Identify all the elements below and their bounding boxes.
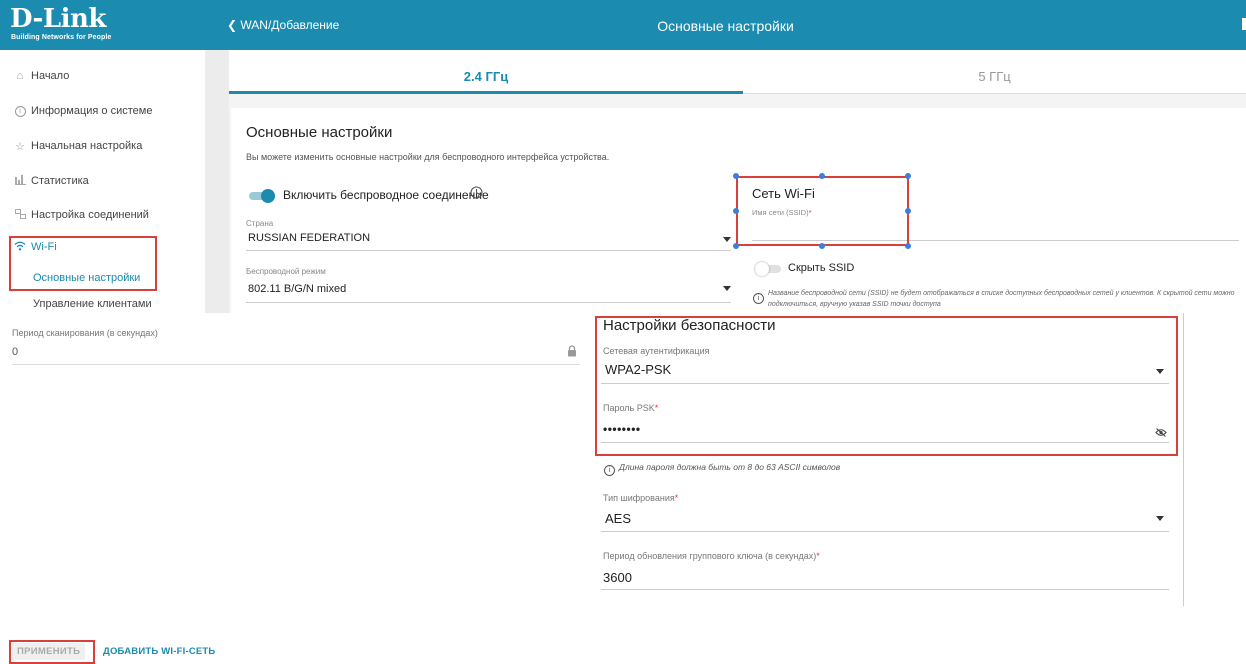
mode-label: Беспроводной режим: [246, 267, 326, 276]
add-wifi-network-button[interactable]: ДОБАВИТЬ WI-FI-СЕТЬ: [103, 643, 215, 660]
tab-2-4ghz[interactable]: 2.4 ГГц: [229, 50, 743, 94]
selection-handle: [819, 243, 825, 249]
enable-wireless-label: Включить беспроводное соединение: [283, 188, 489, 202]
sidebar-subitem-client-management[interactable]: Управление клиентами: [33, 298, 152, 310]
sidebar-item-label: Настройка соединений: [31, 209, 149, 221]
chevron-down-icon: [1156, 516, 1164, 521]
hide-ssid-note: Название беспроводной сети (SSID) не буд…: [768, 290, 1235, 308]
lock-icon: [567, 344, 577, 362]
tab-5ghz[interactable]: 5 ГГц: [743, 50, 1246, 94]
enable-wireless-toggle[interactable]: [249, 189, 275, 203]
group-key-underline: [601, 589, 1169, 590]
info-icon: i: [753, 290, 764, 308]
selection-handle: [733, 173, 739, 179]
page-title: Основные настройки: [657, 18, 794, 34]
group-key-label: Период обновления группового ключа (в се…: [603, 551, 820, 561]
highlight-box-wifi-network: [736, 176, 909, 246]
top-header: ❮ WAN/Добавление Основные настройки: [205, 0, 1246, 50]
selection-handle: [733, 243, 739, 249]
country-underline: [246, 250, 731, 251]
sidebar: D-Link Building Networks for People ⌂ На…: [0, 0, 206, 313]
info-icon: i: [604, 462, 615, 480]
chart-icon: [13, 174, 27, 188]
highlight-box-wifi-menu: [9, 236, 157, 291]
group-key-input[interactable]: 3600: [603, 570, 632, 585]
basic-settings-description: Вы можете изменить основные настройки дл…: [246, 152, 610, 162]
sidebar-item-label: Статистика: [31, 175, 89, 187]
scan-period-label: Период сканирования (в секундах): [12, 328, 158, 338]
country-select[interactable]: RUSSIAN FEDERATION: [248, 232, 370, 244]
chevron-down-icon: [723, 286, 731, 291]
sidebar-item-initial-setup[interactable]: ☆ Начальная настройка: [13, 136, 142, 156]
connections-icon: [13, 208, 27, 222]
schedule-clock-icon[interactable]: [470, 186, 483, 204]
chevron-down-icon: [723, 237, 731, 242]
star-icon: ☆: [15, 140, 25, 153]
sidebar-gutter: [205, 50, 229, 313]
scan-period-input[interactable]: 0: [12, 346, 18, 358]
highlight-box-apply: [9, 640, 95, 664]
logo-tagline: Building Networks for People: [11, 34, 112, 41]
sidebar-item-home[interactable]: ⌂ Начало: [13, 66, 70, 86]
home-icon: ⌂: [16, 70, 24, 82]
header-edge: [1242, 18, 1246, 30]
country-label: Страна: [246, 219, 274, 228]
psk-length-hint: Длина пароля должна быть от 8 до 63 ASCI…: [619, 462, 841, 472]
logo-text: D-Link: [10, 4, 106, 34]
highlight-box-security: [595, 316, 1178, 456]
sidebar-item-statistics[interactable]: Статистика: [13, 171, 89, 191]
info-icon: i: [13, 105, 27, 117]
wireless-mode-select[interactable]: 802.11 B/G/N mixed: [248, 283, 346, 295]
hide-ssid-label: Скрыть SSID: [788, 262, 855, 274]
sidebar-item-label: Информация о системе: [31, 105, 153, 117]
mode-underline: [246, 302, 731, 303]
selection-handle: [905, 243, 911, 249]
hide-ssid-toggle[interactable]: [755, 262, 781, 276]
selection-handle: [905, 173, 911, 179]
band-tabs: 2.4 ГГц 5 ГГц: [229, 50, 1246, 94]
selection-handle: [733, 208, 739, 214]
sidebar-item-system-info[interactable]: i Информация о системе: [13, 101, 152, 121]
selection-handle: [819, 173, 825, 179]
panel-divider: [1183, 313, 1184, 606]
router-screenshot-top: D-Link Building Networks for People ⌂ На…: [0, 0, 1246, 313]
sidebar-item-label: Начало: [31, 70, 70, 82]
cipher-underline: [601, 531, 1169, 532]
sidebar-item-label: Начальная настройка: [31, 140, 143, 152]
cipher-select[interactable]: AES: [605, 511, 631, 526]
sidebar-item-connections[interactable]: Настройка соединений: [13, 205, 149, 225]
cipher-label: Тип шифрования*: [603, 493, 679, 503]
toggle-knob: [261, 189, 275, 203]
selection-handle: [905, 208, 911, 214]
toggle-knob: [755, 262, 769, 276]
logo[interactable]: D-Link Building Networks for People: [0, 0, 205, 50]
basic-settings-heading: Основные настройки: [246, 124, 393, 141]
scan-period-underline: [12, 364, 580, 365]
